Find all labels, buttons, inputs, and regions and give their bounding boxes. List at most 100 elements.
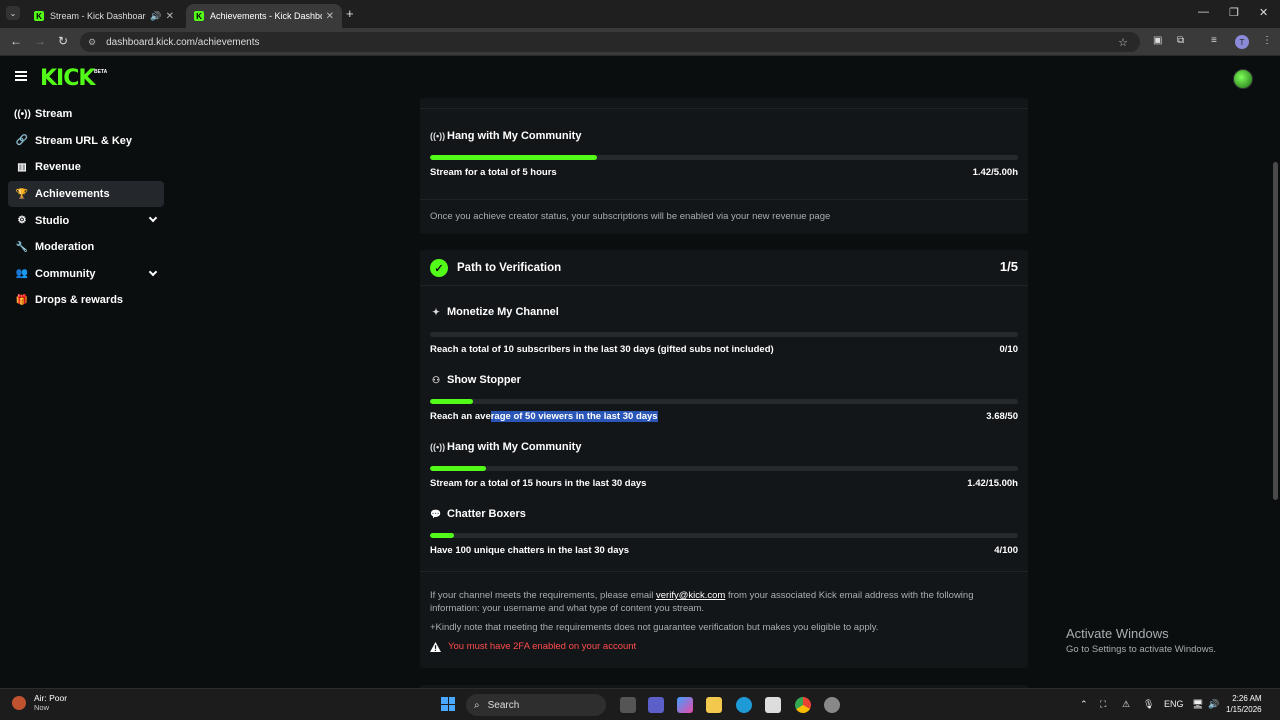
path-to-verification-card: ✓ Path to Verification 1/5 ✦ Monetize My… — [420, 250, 1028, 668]
network-off-icon[interactable]: ⚠ — [1122, 699, 1130, 710]
link-icon: 🔗 — [15, 135, 29, 147]
chrome-icon[interactable] — [795, 697, 811, 713]
warning-icon — [430, 641, 441, 652]
network-icon[interactable]: 🖥 — [1192, 699, 1203, 710]
twofa-warning: You must have 2FA enabled on your accoun… — [430, 641, 636, 652]
chevron-down-icon[interactable] — [148, 214, 158, 223]
sidebar-item-label: Community — [35, 267, 96, 280]
chevron-down-icon[interactable] — [148, 267, 158, 276]
verification-info: If your channel meets the requirements, … — [430, 589, 1018, 615]
browser-tab-stream[interactable]: K Stream - Kick Dashboard 🔊 ✕ — [26, 4, 182, 28]
achievement-title-text: Chatter Boxers — [447, 508, 526, 520]
achievement-requirement[interactable]: Reach an average of 50 viewers in the la… — [430, 411, 658, 422]
achievement-requirement: Reach a total of 10 subscribers in the l… — [430, 344, 774, 355]
settings-icon[interactable] — [824, 697, 840, 713]
search-icon: ⌕ — [474, 699, 480, 711]
sidebar-item-community[interactable]: 👥 Community — [8, 261, 164, 288]
sidebar-item-achievements[interactable]: 🏆 Achievements — [8, 180, 164, 208]
sidebar-item-stream[interactable]: ((•)) Stream — [8, 101, 164, 128]
gift-icon: 🎁 — [15, 294, 29, 306]
search-label: Search — [487, 699, 520, 711]
weather-widget[interactable]: Air: Poor Now — [12, 693, 67, 712]
taskbar-search[interactable]: ⌕ Search — [466, 694, 606, 716]
clock-date: 1/15/2026 — [1226, 705, 1262, 714]
tab-search-button[interactable]: ⌄ — [6, 6, 20, 20]
page-scrollbar[interactable] — [1273, 162, 1278, 500]
bookmark-star-icon[interactable]: ☆ — [1118, 36, 1128, 49]
watermark-title: Activate Windows — [1066, 626, 1169, 641]
progress-fill — [430, 466, 486, 471]
sidebar: ((•)) Stream 🔗 Stream URL & Key ▥ Revenu… — [0, 101, 170, 314]
restore-icon[interactable]: ❐ — [1229, 6, 1239, 19]
taskbar-clock[interactable]: 2:26 AM 1/15/2026 — [1226, 693, 1262, 715]
edge-icon[interactable] — [736, 697, 752, 713]
broadcast-icon: ((•)) — [430, 131, 446, 141]
progress-fill — [430, 533, 454, 538]
achievement-progress-text: 1.42/15.00h — [967, 478, 1018, 489]
divider — [420, 571, 1028, 572]
broadcast-icon: ((•)) — [430, 442, 446, 452]
achievement-progress-text: 4/100 — [994, 545, 1018, 556]
sidebar-item-studio[interactable]: ⚙ Studio — [8, 207, 164, 234]
store-icon[interactable] — [765, 697, 781, 713]
achievement-title: ✦ Monetize My Channel — [430, 306, 559, 318]
people-icon: ⚇ — [431, 374, 441, 385]
language-indicator[interactable]: ENG — [1164, 699, 1184, 709]
warning-text: You must have 2FA enabled on your accoun… — [448, 641, 637, 652]
divider — [420, 199, 1028, 200]
browser-tab-bar: ⌄ K Stream - Kick Dashboard 🔊 ✕ K Achiev… — [0, 0, 1280, 28]
new-tab-button[interactable]: + — [346, 6, 354, 21]
media-control-icon[interactable]: ≡ — [1211, 35, 1217, 46]
progress-bar — [430, 399, 1018, 404]
close-tab-icon[interactable]: ✕ — [326, 11, 334, 22]
url-text: dashboard.kick.com/achievements — [106, 36, 260, 48]
achievement-title-text: Monetize My Channel — [447, 306, 559, 318]
sidebar-item-moderation[interactable]: 🔧 Moderation — [8, 234, 164, 261]
verify-email-link[interactable]: verify@kick.com — [656, 590, 725, 601]
gear-icon: ⚙ — [17, 215, 27, 227]
forward-icon[interactable]: → — [34, 34, 46, 48]
site-info-icon[interactable]: ⚙ — [88, 37, 96, 48]
achievement-title: ⚇ Show Stopper — [430, 374, 521, 386]
verified-check-icon: ✓ — [430, 259, 448, 277]
speaker-icon[interactable]: 🔊 — [150, 11, 161, 22]
sidebar-item-revenue[interactable]: ▥ Revenue — [8, 154, 164, 181]
close-window-icon[interactable]: ✕ — [1259, 6, 1268, 19]
puzzle-icon[interactable]: ⧉ — [1177, 35, 1184, 46]
windows-start-icon[interactable] — [441, 697, 455, 711]
progress-fill — [430, 399, 474, 404]
sidebar-item-label: Drops & rewards — [35, 294, 124, 307]
chart-icon: ▥ — [17, 161, 27, 173]
volume-icon[interactable]: 🔊 — [1208, 699, 1219, 710]
mic-icon[interactable]: 🎙 — [1143, 699, 1154, 710]
tray-chevron-icon[interactable]: ⌃ — [1080, 699, 1088, 710]
file-explorer-icon[interactable] — [706, 697, 722, 713]
kick-favicon-icon: K — [194, 11, 204, 21]
browser-tab-achievements[interactable]: K Achievements - Kick Dashboard ✕ — [186, 4, 342, 28]
achievement-requirement: Stream for a total of 5 hours — [430, 167, 557, 178]
user-avatar[interactable] — [1233, 69, 1253, 89]
reload-icon[interactable]: ↻ — [58, 34, 68, 48]
minimize-icon[interactable]: — — [1198, 6, 1209, 18]
people-icon: 👥 — [15, 268, 29, 280]
kick-logo[interactable]: KICK — [40, 66, 95, 91]
achievement-title: 💬 Chatter Boxers — [430, 508, 526, 520]
extension-icon[interactable]: ▣ — [1153, 35, 1162, 46]
task-view-icon[interactable] — [620, 697, 636, 713]
back-icon[interactable]: ← — [10, 34, 22, 48]
verification-header: ✓ Path to Verification — [430, 259, 561, 277]
browser-profile-avatar[interactable]: T — [1235, 35, 1249, 49]
sidebar-item-drops-rewards[interactable]: 🎁 Drops & rewards — [8, 287, 164, 314]
achievement-title-text: Show Stopper — [447, 374, 521, 386]
sidebar-item-stream-url-key[interactable]: 🔗 Stream URL & Key — [8, 128, 164, 155]
address-bar[interactable]: ⚙ dashboard.kick.com/achievements ☆ — [80, 32, 1140, 52]
progress-fill — [430, 155, 597, 160]
menu-kebab-icon[interactable]: ⋮ — [1262, 35, 1272, 46]
hamburger-menu-icon[interactable] — [15, 71, 27, 81]
tray-app-icon[interactable]: ⛶ — [1100, 699, 1106, 710]
close-tab-icon[interactable]: ✕ — [166, 11, 174, 22]
copilot-icon[interactable] — [677, 697, 693, 713]
sidebar-item-label: Stream URL & Key — [35, 134, 132, 147]
verification-title: Path to Verification — [457, 262, 562, 274]
teams-icon[interactable] — [648, 697, 664, 713]
